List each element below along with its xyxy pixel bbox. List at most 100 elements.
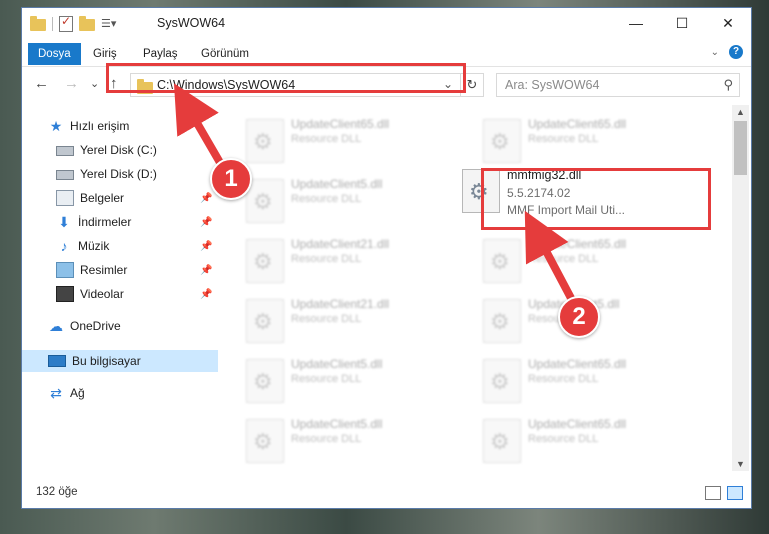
forward-button[interactable]: → (64, 75, 79, 92)
file-item[interactable]: UpdateClient21.dll Resource DLL (246, 295, 466, 347)
dll-file-icon (483, 419, 521, 463)
pin-icon[interactable]: 📌 (200, 289, 212, 300)
properties-icon[interactable] (59, 14, 73, 32)
file-item[interactable]: UpdateClient5.dll Resource DLL (246, 355, 466, 407)
title-bar: ☰▾ SysWOW64 — ☐ ✕ (22, 8, 751, 40)
documents-icon (56, 190, 74, 206)
file-name: UpdateClient65.dll (528, 357, 627, 371)
file-item[interactable]: UpdateClient65.dll Resource DLL (483, 115, 703, 167)
file-description: Resource DLL (291, 373, 362, 385)
pin-icon[interactable]: 📌 (200, 241, 212, 252)
status-bar: 132 öğe (22, 482, 751, 506)
sidebar-item-label: Müzik (78, 239, 110, 253)
file-item[interactable]: UpdateClient21.dll Resource DLL (246, 235, 466, 287)
file-name: UpdateClient5.dll (291, 357, 383, 371)
quick-access-toolbar: ☰▾ (30, 14, 117, 32)
tab-view[interactable]: Görünüm (192, 44, 258, 64)
videos-icon (56, 286, 74, 302)
file-name: UpdateClient21.dll (291, 297, 390, 311)
sidebar-item-label: Hızlı erişim (70, 119, 130, 133)
dll-file-icon (246, 239, 284, 283)
scroll-down-icon[interactable]: ▼ (736, 459, 745, 469)
sidebar-item-videos[interactable]: Videolar (56, 283, 196, 305)
new-folder-icon[interactable] (79, 16, 95, 31)
folder-icon (30, 16, 46, 31)
sidebar-item-downloads[interactable]: ⬇ İndirmeler (56, 211, 196, 233)
sidebar-item-quick-access[interactable]: ★ Hızlı erişim (48, 115, 218, 137)
item-count: 132 öğe (36, 486, 78, 498)
file-name: UpdateClient65.dll (528, 237, 627, 251)
file-description: Resource DLL (291, 433, 362, 445)
sidebar-item-drive-d[interactable]: Yerel Disk (D:) (56, 163, 218, 185)
tab-home[interactable]: Giriş (84, 44, 126, 64)
sidebar-item-label: Bu bilgisayar (72, 354, 141, 368)
vertical-scrollbar[interactable]: ▲ ▼ (732, 105, 749, 471)
sidebar-item-label: Belgeler (80, 191, 125, 205)
tab-file[interactable]: Dosya (28, 43, 81, 65)
file-description: Resource DLL (291, 193, 362, 205)
dll-file-icon (246, 119, 284, 163)
cloud-icon: ☁ (49, 318, 63, 334)
sidebar-item-network[interactable]: ⇄ Ağ (48, 382, 218, 404)
sidebar-item-drive-c[interactable]: Yerel Disk (C:) (56, 139, 218, 161)
file-item[interactable]: UpdateClient65.dll Resource DLL (246, 115, 466, 167)
file-description: Resource DLL (528, 373, 599, 385)
file-description: Resource DLL (528, 253, 599, 265)
file-item[interactable]: UpdateClient65.dll Resource DLL (483, 235, 703, 287)
scrollbar-thumb[interactable] (734, 121, 747, 175)
file-description: Resource DLL (291, 133, 362, 145)
file-description: Resource DLL (291, 313, 362, 325)
help-icon[interactable]: ? (729, 45, 743, 59)
tab-share[interactable]: Paylaş (134, 44, 187, 64)
customize-toolbar-icon[interactable]: ☰▾ (101, 16, 117, 32)
dll-file-icon (483, 359, 521, 403)
file-name: UpdateClient5.dll (291, 177, 383, 191)
sidebar-item-label: OneDrive (70, 319, 121, 333)
sidebar-item-label: Ağ (70, 386, 85, 400)
minimize-button[interactable]: — (613, 8, 659, 38)
dll-file-icon (246, 179, 284, 223)
back-button[interactable]: ← (34, 75, 49, 92)
search-box[interactable]: Ara: SysWOW64 ⚲ (496, 73, 740, 97)
sidebar-item-onedrive[interactable]: ☁ OneDrive (48, 315, 218, 337)
file-description: Resource DLL (291, 253, 362, 265)
file-name: UpdateClient65.dll (528, 117, 627, 131)
dll-file-icon (246, 359, 284, 403)
large-icons-view-icon[interactable] (727, 486, 743, 500)
close-button[interactable]: ✕ (705, 8, 751, 38)
search-icon[interactable]: ⚲ (723, 77, 733, 93)
pin-icon[interactable]: 📌 (200, 265, 212, 276)
scroll-up-icon[interactable]: ▲ (736, 107, 745, 117)
maximize-button[interactable]: ☐ (659, 8, 705, 38)
details-view-icon[interactable] (705, 486, 721, 500)
recent-locations-button[interactable]: ⌄ (90, 77, 99, 90)
drive-icon (56, 170, 74, 180)
file-name: UpdateClient5.dll (291, 417, 383, 431)
file-item[interactable]: UpdateClient65.dll Resource DLL (483, 415, 703, 467)
address-highlight (106, 63, 466, 93)
file-item[interactable]: UpdateClient5.dll Resource DLL (246, 175, 466, 227)
sidebar-item-label: İndirmeler (78, 215, 132, 229)
dll-file-icon (483, 119, 521, 163)
file-item[interactable]: UpdateClient65.dll Resource DLL (483, 355, 703, 407)
file-item[interactable]: UpdateClient5.dll Resource DLL (246, 415, 466, 467)
sidebar-item-label: Yerel Disk (D:) (80, 167, 157, 181)
sidebar-item-this-pc[interactable]: Bu bilgisayar (22, 350, 218, 372)
search-placeholder[interactable]: Ara: SysWOW64 (505, 78, 599, 92)
sidebar-item-label: Resimler (80, 263, 128, 277)
step-badge-2: 2 (558, 296, 600, 338)
step-badge-1: 1 (210, 158, 252, 200)
downloads-icon: ⬇ (58, 214, 70, 230)
sidebar-item-pictures[interactable]: Resimler (56, 259, 196, 281)
pin-icon[interactable]: 📌 (200, 217, 212, 228)
pin-icon[interactable]: 📌 (200, 193, 212, 204)
sidebar-item-music[interactable]: ♪ Müzik (56, 235, 196, 257)
network-icon: ⇄ (50, 385, 62, 401)
file-list: UpdateClient65.dll Resource DLL UpdateCl… (218, 105, 732, 471)
file-name: UpdateClient21.dll (291, 237, 390, 251)
dll-file-icon (246, 419, 284, 463)
file-highlight (481, 168, 711, 230)
navigation-pane: ★ Hızlı erişim Yerel Disk (C:) Yerel Dis… (22, 105, 218, 471)
expand-ribbon-icon[interactable]: ⌄ (711, 47, 719, 58)
sidebar-item-documents[interactable]: Belgeler (56, 187, 218, 209)
